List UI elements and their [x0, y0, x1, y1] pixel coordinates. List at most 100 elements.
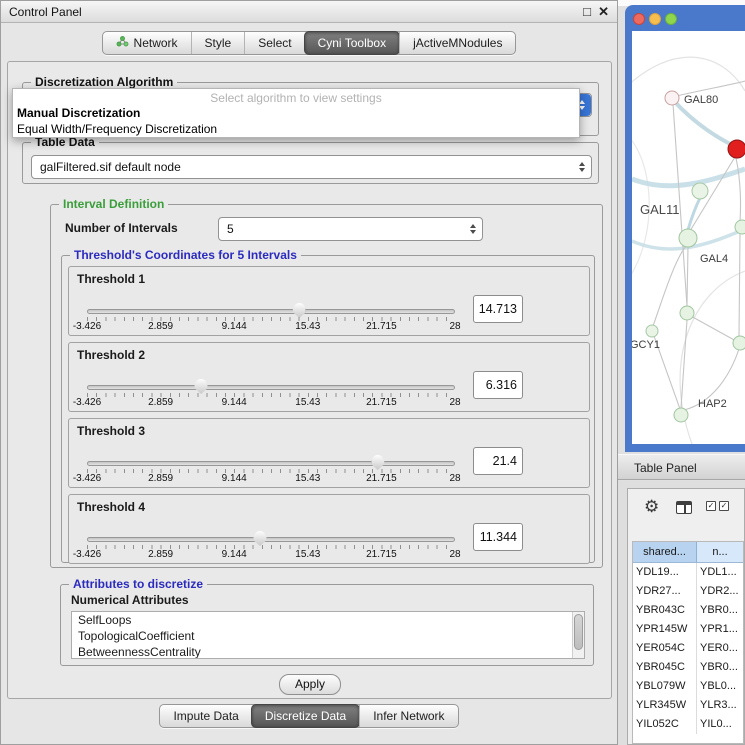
table-row[interactable]: YER054CYER0... [633, 639, 743, 658]
algorithm-option-equal-width[interactable]: Equal Width/Frequency Discretization [13, 121, 579, 137]
tab-discretize-data[interactable]: Discretize Data [251, 704, 360, 728]
close-icon[interactable]: ✕ [598, 4, 609, 20]
tab-cyni-toolbox-label: Cyni Toolbox [318, 32, 386, 54]
checkbox-icon[interactable]: ✓ [706, 501, 716, 511]
tab-style-label: Style [205, 32, 232, 54]
table-data-selected-value: galFiltered.sif default node [40, 156, 181, 178]
table-row[interactable]: YBR043CYBR0... [633, 601, 743, 620]
scale-label: 2.859 [148, 397, 173, 408]
scrollbar-thumb[interactable] [574, 614, 583, 650]
slider-ticks [87, 469, 455, 473]
attributes-group: Attributes to discretize Numerical Attri… [60, 584, 594, 666]
algorithm-placeholder-item[interactable]: Select algorithm to view settings [13, 89, 579, 105]
cell[interactable]: YBL079W [633, 677, 697, 696]
cell[interactable]: YBR0... [697, 601, 743, 620]
numerical-attributes-label: Numerical Attributes [71, 593, 189, 607]
checkbox-icon[interactable]: ✓ [719, 501, 729, 511]
table-row[interactable]: YIL052CYIL0... [633, 715, 743, 734]
zoom-traffic-light[interactable] [665, 13, 677, 25]
list-item[interactable]: BetweennessCentrality [72, 644, 584, 659]
slider-thumb[interactable] [253, 531, 266, 546]
combobox-stepper[interactable] [470, 224, 476, 234]
cell[interactable]: YBL0... [697, 677, 743, 696]
column-header-shared[interactable]: shared... [633, 542, 697, 563]
table-row[interactable]: YBR045CYBR0... [633, 658, 743, 677]
table-data-combobox[interactable]: galFiltered.sif default node [31, 155, 592, 179]
column-header-n[interactable]: n... [697, 542, 743, 563]
scale-label: 28 [449, 397, 460, 408]
tab-select[interactable]: Select [244, 32, 304, 54]
scale-label: 28 [449, 473, 460, 484]
table-row[interactable]: YBL079WYBL0... [633, 677, 743, 696]
tab-cyni-toolbox[interactable]: Cyni Toolbox [304, 31, 400, 55]
network-canvas[interactable]: GAL80 GAL11 GAL4 GCY1 HAP2 [632, 31, 745, 444]
cell[interactable]: YBR045C [633, 658, 697, 677]
tab-style[interactable]: Style [191, 32, 245, 54]
table-row[interactable]: YDR27...YDR2... [633, 582, 743, 601]
cell[interactable]: YLR345W [633, 696, 697, 715]
apply-button[interactable]: Apply [279, 674, 341, 695]
threshold-3-value-field[interactable] [473, 447, 523, 475]
control-panel: Control Panel □ ✕ Network Style Select C… [0, 0, 618, 745]
cell[interactable]: YDR27... [633, 582, 697, 601]
table-row[interactable]: YDL19...YDL1... [633, 563, 743, 582]
number-of-intervals-value: 5 [227, 218, 234, 240]
cell[interactable]: YDL19... [633, 563, 697, 582]
discretization-algorithm-group-label: Discretization Algorithm [31, 75, 177, 89]
cell[interactable]: YER054C [633, 639, 697, 658]
threshold-1-value-field[interactable] [473, 295, 523, 323]
threshold-2-value-field[interactable] [473, 371, 523, 399]
slider-track[interactable] [87, 309, 455, 314]
threshold-3-slider[interactable]: -3.426 2.859 9.144 15.43 21.715 28 [87, 455, 455, 487]
network-node [646, 325, 658, 337]
network-node [692, 183, 708, 199]
threshold-1-slider[interactable]: -3.426 2.859 9.144 15.43 21.715 28 [87, 303, 455, 335]
scale-label: -3.426 [73, 321, 101, 332]
tab-impute-data[interactable]: Impute Data [160, 705, 251, 727]
slider-thumb[interactable] [293, 303, 306, 318]
list-item[interactable]: TopologicalCoefficient [72, 628, 584, 644]
minimize-traffic-light[interactable] [649, 13, 661, 25]
combobox-stepper[interactable] [579, 162, 585, 172]
cell[interactable]: YDR2... [697, 582, 743, 601]
network-view-window: GAL80 GAL11 GAL4 GCY1 HAP2 [625, 5, 745, 452]
cell[interactable]: YBR043C [633, 601, 697, 620]
table-row[interactable]: YPR145WYPR1... [633, 620, 743, 639]
network-node [733, 336, 745, 350]
cell[interactable]: YPR1... [697, 620, 743, 639]
scale-label: 9.144 [222, 549, 247, 560]
table-row[interactable]: YLR345WYLR3... [633, 696, 743, 715]
attributes-scrollbar[interactable] [572, 612, 584, 658]
threshold-4-slider[interactable]: -3.426 2.859 9.144 15.43 21.715 28 [87, 531, 455, 563]
cell[interactable]: YIL0... [697, 715, 743, 734]
cell[interactable]: YPR145W [633, 620, 697, 639]
slider-track[interactable] [87, 537, 455, 542]
cell[interactable]: YLR3... [697, 696, 743, 715]
number-of-intervals-combobox[interactable]: 5 [218, 217, 483, 241]
tab-jactivemnodules[interactable]: jActiveMNodules [399, 32, 515, 54]
tab-network[interactable]: Network [103, 32, 191, 54]
slider-thumb[interactable] [195, 379, 208, 394]
cell[interactable]: YER0... [697, 639, 743, 658]
cell[interactable]: YBR0... [697, 658, 743, 677]
float-window-icon[interactable]: □ [583, 4, 591, 19]
node-label: GAL80 [684, 94, 718, 106]
tab-infer-network[interactable]: Infer Network [359, 705, 457, 727]
cell[interactable]: YDL1... [697, 563, 743, 582]
scale-label: -3.426 [73, 473, 101, 484]
list-item[interactable]: SelfLoops [72, 612, 584, 628]
threshold-1-group: Threshold 1 -3.426 2.859 9.144 15.43 21.… [68, 266, 590, 336]
threshold-2-slider[interactable]: -3.426 2.859 9.144 15.43 21.715 28 [87, 379, 455, 411]
cell[interactable]: YIL052C [633, 715, 697, 734]
slider-track[interactable] [87, 461, 455, 466]
scale-label: 9.144 [222, 321, 247, 332]
slider-track[interactable] [87, 385, 455, 390]
threshold-4-value-field[interactable] [473, 523, 523, 551]
slider-thumb[interactable] [371, 455, 384, 470]
scale-label: 9.144 [222, 397, 247, 408]
algorithm-option-manual[interactable]: Manual Discretization [13, 105, 579, 121]
gear-icon[interactable]: ⚙ [644, 497, 659, 517]
columns-icon[interactable] [676, 501, 692, 514]
slider-ticks [87, 393, 455, 397]
close-traffic-light[interactable] [633, 13, 645, 25]
